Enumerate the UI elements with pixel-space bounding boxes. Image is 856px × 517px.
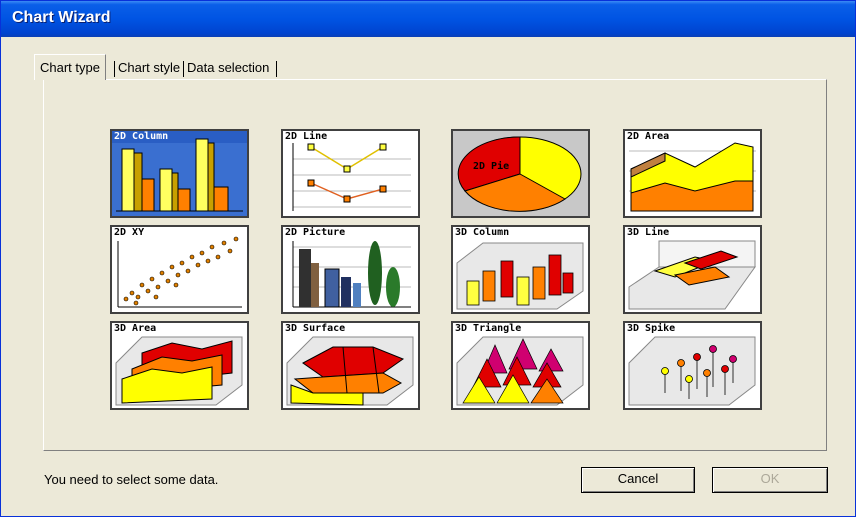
chart-type-label: 3D Surface — [285, 323, 346, 334]
3d-spike-chart-icon — [628, 336, 756, 406]
chart-type-2d-area[interactable]: 2D Area — [623, 129, 762, 218]
3d-column-chart-icon — [456, 242, 584, 310]
status-message: You need to select some data. — [44, 472, 219, 487]
chart-type-label: 2D Column — [114, 131, 169, 143]
chart-type-3d-area[interactable]: 3D Area — [110, 321, 249, 410]
chart-type-2d-picture[interactable]: 2D Picture — [281, 225, 420, 314]
cancel-button[interactable]: Cancel — [581, 467, 695, 493]
2d-xy-chart-icon — [117, 236, 242, 308]
chart-type-label: 3D Triangle — [455, 323, 522, 334]
pie-label: 2D Pie — [473, 160, 509, 172]
chart-type-3d-column[interactable]: 3D Column — [451, 225, 590, 314]
chart-type-2d-column[interactable]: 2D Column — [110, 129, 249, 218]
window-title: Chart Wizard — [12, 9, 111, 26]
tab-data-selection[interactable]: Data selection — [184, 57, 272, 79]
2d-area-chart-icon — [629, 142, 756, 212]
chart-type-label: 3D Column — [455, 227, 510, 238]
chart-wizard-window: Chart Wizard Chart type Chart style Data… — [0, 0, 856, 517]
tab-separator — [276, 61, 277, 77]
ok-button[interactable]: OK — [712, 467, 828, 493]
3d-area-chart-icon — [115, 336, 243, 406]
tab-chart-style[interactable]: Chart style — [115, 57, 183, 79]
chart-type-3d-triangle[interactable]: 3D Triangle — [451, 321, 590, 410]
2d-picture-chart-icon — [292, 241, 411, 308]
2d-column-chart-icon — [112, 131, 247, 216]
chart-type-label: 3D Line — [627, 227, 670, 238]
chart-type-3d-surface[interactable]: 3D Surface — [281, 321, 420, 410]
chart-type-label: 2D XY — [114, 227, 145, 238]
chart-type-3d-line[interactable]: 3D Line — [623, 225, 762, 314]
chart-type-label: 2D Line — [285, 131, 328, 142]
chart-type-2d-xy[interactable]: 2D XY — [110, 225, 249, 314]
chart-type-2d-pie[interactable]: 2D Pie — [451, 129, 590, 218]
title-bar[interactable]: Chart Wizard — [1, 1, 855, 37]
3d-surface-chart-icon — [286, 336, 414, 406]
chart-type-2d-line[interactable]: 2D Line — [281, 129, 420, 218]
tab-chart-type[interactable]: Chart type — [34, 54, 106, 80]
3d-line-chart-icon — [628, 240, 756, 310]
chart-type-label: 3D Area — [114, 323, 157, 334]
chart-type-label: 3D Spike — [627, 323, 676, 334]
3d-triangle-chart-icon — [456, 336, 584, 406]
chart-type-label: 2D Area — [627, 131, 670, 142]
2d-pie-chart-icon: 2D Pie — [457, 136, 582, 212]
chart-type-label: 2D Picture — [285, 227, 346, 238]
chart-type-3d-spike[interactable]: 3D Spike — [623, 321, 762, 410]
2d-line-chart-icon — [292, 143, 411, 211]
